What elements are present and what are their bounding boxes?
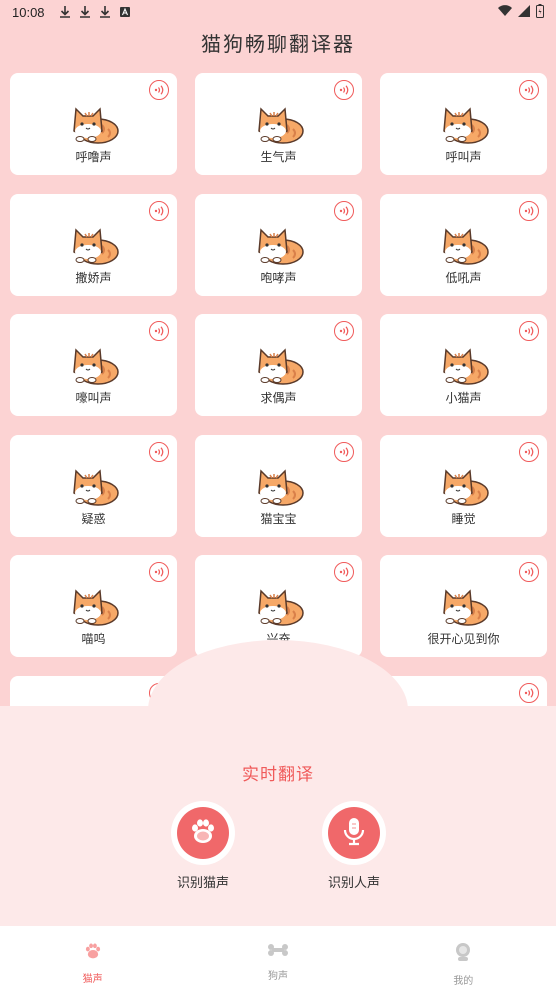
sound-card[interactable]: 呼叫声: [380, 73, 547, 175]
sound-play-icon[interactable]: [149, 80, 169, 100]
sound-play-icon[interactable]: [334, 200, 354, 221]
font-icon: [119, 5, 131, 19]
cat-icon: [68, 222, 120, 266]
sound-card-label: 喵呜: [81, 632, 106, 646]
cat-icon: [68, 101, 120, 145]
cat-icon: [438, 342, 490, 386]
download-icon: [59, 5, 71, 19]
recognize-human-circle[interactable]: [325, 804, 383, 862]
app-title: 猫狗畅聊翻译器: [201, 32, 355, 56]
sound-play-icon[interactable]: [334, 80, 354, 100]
cat-icon: [253, 101, 305, 145]
signal-icon: [518, 5, 530, 21]
paw-icon: [83, 942, 103, 964]
sound-card-label: 低吼声: [445, 270, 482, 285]
sound-play-icon[interactable]: [519, 441, 539, 462]
sound-card-label: 呼噜声: [75, 150, 112, 164]
cat-icon: [253, 342, 305, 386]
sound-card[interactable]: 睡觉: [380, 434, 547, 537]
cat-icon: [438, 222, 490, 266]
recognize-cat-circle[interactable]: [174, 804, 232, 862]
cat-icon: [253, 583, 305, 627]
recognize-cat-label: 识别猫声: [176, 876, 229, 891]
microphone-icon: [342, 816, 366, 850]
cat-icon: [68, 583, 120, 627]
sound-play-icon[interactable]: [149, 441, 169, 462]
sound-card[interactable]: 撒娇声: [10, 193, 177, 296]
tab-profile-label: 我的: [453, 976, 474, 987]
tab-profile[interactable]: 我的: [371, 926, 556, 990]
sound-card-label: 求偶声: [260, 391, 297, 405]
download-icon: [79, 5, 91, 19]
recognize-human-label: 识别人声: [327, 876, 380, 891]
sound-play-icon[interactable]: [334, 562, 354, 582]
sound-play-icon[interactable]: [149, 321, 169, 341]
sound-card-label: 小猫声: [445, 391, 482, 405]
sound-card[interactable]: 嚎叫声: [10, 314, 177, 416]
cat-icon: [253, 463, 305, 507]
status-time: 10:08: [12, 4, 45, 20]
sound-play-icon[interactable]: [519, 682, 539, 703]
tab-dog[interactable]: 狗声: [185, 926, 370, 990]
sound-card[interactable]: 低吼声: [380, 193, 547, 296]
sound-card[interactable]: 求偶声: [195, 314, 362, 416]
sound-card-label: 呼叫声: [445, 150, 482, 164]
sound-card[interactable]: 生气声: [195, 73, 362, 175]
sound-play-icon[interactable]: [334, 441, 354, 462]
profile-icon: [454, 942, 472, 966]
sound-card-label: 疑惑: [81, 511, 106, 526]
tab-cat-label: 猫声: [82, 974, 103, 985]
sound-play-icon[interactable]: [334, 321, 354, 341]
sound-card-label: 咆哮声: [260, 270, 297, 285]
sound-card-label: 睡觉: [451, 511, 476, 526]
sound-card[interactable]: 小猫声: [380, 314, 547, 416]
panel-title: 实时翻译: [242, 765, 314, 785]
tab-bar: 猫声 狗声 我的: [0, 926, 556, 990]
download-icon: [99, 5, 111, 19]
sound-play-icon[interactable]: [519, 80, 539, 100]
cat-icon: [438, 583, 490, 627]
cat-icon: [68, 463, 120, 507]
cat-icon: [253, 222, 305, 266]
sound-play-icon[interactable]: [519, 200, 539, 221]
sound-card-label: 生气声: [260, 150, 297, 164]
sound-card-label: 很开心见到你: [427, 632, 500, 646]
sound-card-label: 猫宝宝: [260, 511, 297, 526]
recognize-human-button[interactable]: 识别人声: [294, 804, 414, 891]
sound-card[interactable]: 咆哮声: [195, 193, 362, 296]
bone-icon: [267, 942, 289, 961]
wifi-icon: [498, 5, 512, 21]
tab-dog-label: 狗声: [267, 971, 288, 982]
cat-icon: [438, 463, 490, 507]
sound-card[interactable]: 猫宝宝: [195, 434, 362, 537]
sound-play-icon[interactable]: [149, 562, 169, 582]
battery-icon: [536, 4, 544, 22]
cat-icon: [438, 101, 490, 145]
recognize-cat-button[interactable]: 识别猫声: [143, 804, 263, 891]
sound-play-icon[interactable]: [519, 562, 539, 582]
sound-card[interactable]: 很开心见到你: [380, 555, 547, 657]
sound-play-icon[interactable]: [519, 321, 539, 341]
sound-card[interactable]: 疑惑: [10, 434, 177, 537]
paw-icon: [188, 817, 218, 849]
sound-card[interactable]: 呼噜声: [10, 73, 177, 175]
status-bar: 10:08: [0, 0, 556, 24]
sound-play-icon[interactable]: [149, 200, 169, 221]
cat-icon: [68, 342, 120, 386]
sound-card-label: 撒娇声: [75, 270, 112, 285]
tab-cat[interactable]: 猫声: [0, 926, 185, 990]
sound-card-label: 嚎叫声: [75, 391, 112, 405]
translate-panel: [0, 706, 556, 926]
sound-card[interactable]: 喵呜: [10, 555, 177, 657]
